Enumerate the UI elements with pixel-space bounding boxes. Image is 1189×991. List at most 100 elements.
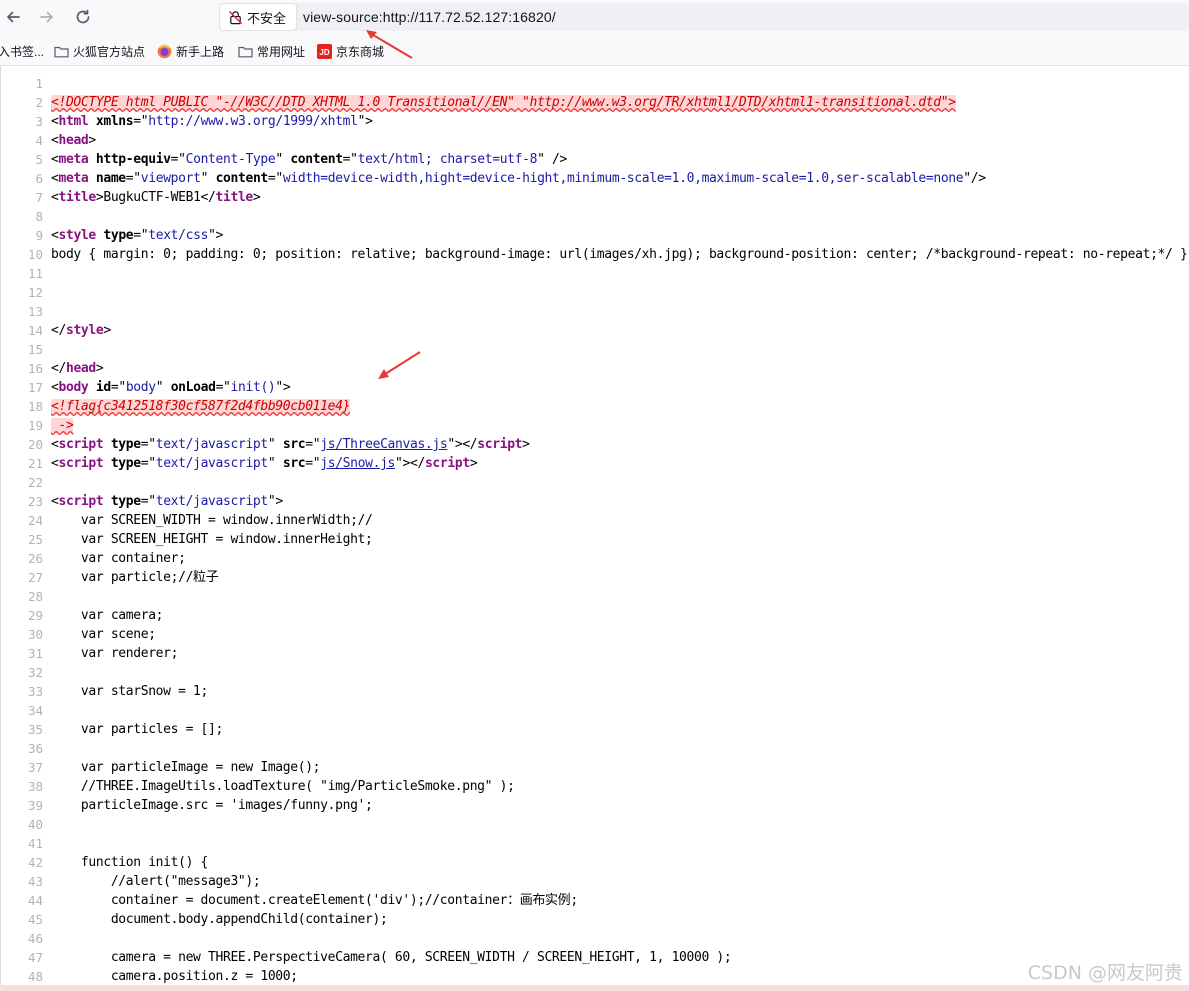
code-token: camera = new THREE.PerspectiveCamera( 60… [51, 950, 732, 965]
source-line: 26 var container; [1, 549, 1189, 568]
line-code: </style> [51, 321, 111, 340]
source-line: 15 [1, 340, 1189, 359]
code-token: type [110, 456, 141, 471]
source-line: 5 <meta http-equiv="Content-Type" content… [1, 150, 1189, 169]
line-code: <!flag{c3412518f30cf587f2d4fbb90cb011e4} [51, 397, 350, 416]
code-token: text/javascript [155, 456, 269, 471]
code-token: onLoad [170, 380, 216, 395]
reload-icon [76, 9, 90, 24]
bookmark-import[interactable]: 入书签... [0, 42, 44, 60]
line-number: 24 [27, 513, 43, 528]
source-line: 2 <!DOCTYPE html PUBLIC "-//W3C//DTD XHTM… [1, 93, 1189, 112]
code-token: > [469, 456, 478, 471]
source-line: 31 var renderer; [1, 644, 1189, 663]
source-line: 40 [1, 815, 1189, 834]
line-number: 23 [27, 494, 43, 509]
line-number: 18 [27, 399, 43, 414]
code-token: =" [305, 456, 321, 471]
source-line: 35 var particles = []; [1, 720, 1189, 739]
source-viewer[interactable]: 1 2 <!DOCTYPE html PUBLIC "-//W3C//DTD XHT… [0, 66, 1189, 985]
bookmark-firefox-official[interactable]: 火狐官方站点 [54, 42, 145, 60]
csdn-watermark: CSDN @网友阿贵 [1027, 962, 1183, 984]
code-token: text/javascript [155, 437, 269, 452]
back-button[interactable] [2, 6, 24, 28]
jd-icon: JD [317, 43, 332, 59]
line-code: <script type="text/javascript" src="js/S… [51, 454, 478, 473]
line-number: 30 [27, 627, 43, 642]
code-token: body { margin: 0; padding: 0; position: … [51, 247, 1188, 262]
code-token: "> [267, 494, 283, 509]
line-code: -> [51, 416, 74, 435]
source-line: 27 var particle;//粒子 [1, 568, 1189, 587]
line-number: 33 [27, 684, 43, 699]
bottom-edge [0, 985, 1189, 991]
source-line: 13 [1, 302, 1189, 321]
code-token: "/> [963, 171, 986, 186]
bookmark-common-sites[interactable]: 常用网址 [238, 42, 305, 60]
source-line: 14 </style> [1, 321, 1189, 340]
code-token: src [282, 437, 306, 452]
source-link[interactable]: js/Snow.js [320, 456, 395, 471]
line-number: 13 [27, 304, 43, 319]
code-token: head [65, 361, 96, 376]
line-number: 37 [27, 760, 43, 775]
line-number: 32 [27, 665, 43, 680]
line-number: 19 [27, 418, 43, 433]
code-token: content [290, 152, 343, 167]
reload-button[interactable] [72, 6, 94, 28]
code-token: > [252, 190, 261, 205]
code-token: text/css [148, 228, 209, 243]
code-token: http://www.w3.org/1999/xhtml [148, 114, 358, 129]
line-number: 6 [35, 171, 43, 186]
code-token: "> [357, 114, 373, 129]
code-token: var particle;//粒子 [51, 570, 219, 585]
source-line: 12 [1, 283, 1189, 302]
code-token: Content-Type [185, 152, 276, 167]
source-line: 23 <script type="text/javascript"> [1, 492, 1189, 511]
code-token: camera.position.z = 1000; [51, 969, 298, 984]
code-token: script [58, 437, 111, 452]
line-number: 4 [35, 133, 43, 148]
line-code: <script type="text/javascript"> [51, 492, 283, 511]
code-token: > [95, 361, 104, 376]
line-number: 7 [35, 190, 43, 205]
code-token: " /> [537, 152, 568, 167]
insecure-lock-icon [228, 10, 243, 24]
line-number: 10 [27, 247, 43, 262]
source-link[interactable]: js/ThreeCanvas.js [320, 437, 447, 452]
code-token: meta [58, 171, 96, 186]
code-token: =" [305, 437, 321, 452]
code-token: meta [58, 152, 96, 167]
code-token: var particleImage = new Image(); [51, 760, 321, 775]
code-token: width=device-width,hight=device-hight,mi… [282, 171, 964, 186]
line-number: 16 [27, 361, 43, 376]
code-token: "> [275, 380, 291, 395]
line-number: 43 [27, 874, 43, 889]
line-number: 2 [35, 95, 43, 110]
bookmark-label: 新手上路 [176, 44, 225, 59]
source-line: 46 [1, 929, 1189, 948]
line-number: 39 [27, 798, 43, 813]
code-token: var renderer; [51, 646, 179, 661]
line-code: //alert("message3"); [51, 872, 261, 891]
bookmark-getting-started[interactable]: 新手上路 [157, 42, 224, 60]
line-code: particleImage.src = 'images/funny.png'; [51, 796, 373, 815]
code-token: =" [215, 380, 231, 395]
code-token: html [58, 114, 96, 129]
code-token: " [267, 437, 283, 452]
source-line: 30 var scene; [1, 625, 1189, 644]
source-line: 25 var SCREEN_HEIGHT = window.innerHeigh… [1, 530, 1189, 549]
url-text[interactable]: view-source:http://117.72.52.127:16820/ [303, 9, 556, 25]
browser-toolbar: 不安全 view-source:http://117.72.52.127:168… [0, 0, 1189, 34]
code-token: =" [140, 456, 156, 471]
line-number: 29 [27, 608, 43, 623]
security-indicator[interactable]: 不安全 [219, 3, 297, 31]
code-token: > [88, 133, 96, 148]
line-number: 28 [27, 589, 43, 604]
source-line: 37 var particleImage = new Image(); [1, 758, 1189, 777]
code-token: script [424, 456, 470, 471]
code-token: id [95, 380, 111, 395]
forward-button[interactable] [36, 6, 58, 28]
line-code: <style type="text/css"> [51, 226, 223, 245]
source-line: 34 [1, 701, 1189, 720]
